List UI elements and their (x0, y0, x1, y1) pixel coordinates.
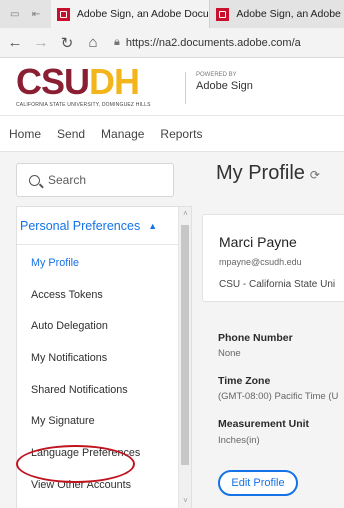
logo-text-left: CSU (16, 61, 90, 102)
tab-title: Adobe Sign, an Adobe Docu (76, 8, 209, 20)
browser-tab[interactable]: Adobe Sign, an Adobe (209, 0, 344, 28)
page-title: My Profile (216, 162, 305, 184)
forward-arrow-icon[interactable]: → (30, 34, 52, 51)
nav-home[interactable]: Home (9, 127, 41, 141)
sidebar-item-my-notifications[interactable]: My Notifications (31, 352, 107, 364)
powered-by: POWERED BY Adobe Sign (185, 72, 253, 104)
browser-tab-bar: ▭ ⇤ Adobe Sign, an Adobe Docu Adobe Sign… (0, 0, 344, 28)
home-icon[interactable]: ⌂ (82, 34, 104, 51)
tab-title: Adobe Sign, an Adobe (236, 8, 341, 20)
profile-card: Marci Payne mpayne@csudh.edu CSU - Calif… (202, 214, 344, 302)
url-field[interactable]: 🔒︎ https://na2.documents.adobe.com/a (114, 36, 301, 49)
nav-manage[interactable]: Manage (101, 127, 144, 141)
time-zone-label: Time Zone (218, 375, 271, 387)
search-placeholder: Search (48, 173, 87, 187)
section-label: Personal Preferences (20, 218, 141, 233)
nav-reports[interactable]: Reports (160, 127, 202, 141)
adobe-favicon-icon (216, 7, 230, 21)
phone-number-label: Phone Number (218, 332, 293, 344)
adobe-sign-brand: Adobe Sign (196, 80, 253, 92)
refresh-icon[interactable]: ⟳ (310, 168, 320, 182)
sidebar-scrollbar[interactable]: ˄ ˅ (178, 207, 191, 508)
scroll-down-icon[interactable]: ˅ (179, 496, 192, 505)
powered-by-label: POWERED BY (196, 72, 237, 78)
logo-subtitle: CALIFORNIA STATE UNIVERSITY, DOMINGUEZ H… (16, 102, 151, 108)
tab-back-icon[interactable]: ⇤ (29, 8, 42, 20)
address-bar: ← → ↻ ⌂ 🔒︎ https://na2.documents.adobe.c… (0, 28, 344, 58)
sidebar-item-my-profile[interactable]: My Profile (31, 257, 79, 269)
profile-name: Marci Payne (219, 234, 297, 250)
tab-actions-icon[interactable]: ▭ (8, 8, 21, 20)
scrollbar-thumb[interactable] (181, 225, 189, 465)
personal-preferences-header[interactable]: Personal Preferences ▲ (17, 207, 179, 245)
sidebar-item-shared-notifications[interactable]: Shared Notifications (31, 384, 128, 396)
profile-organization: CSU - California State Uni (219, 279, 336, 290)
search-icon (29, 174, 40, 186)
sidebar-item-auto-delegation[interactable]: Auto Delegation (31, 320, 108, 332)
time-zone-value: (GMT-08:00) Pacific Time (U (218, 391, 339, 402)
scroll-up-icon[interactable]: ˄ (179, 209, 192, 218)
chevron-up-icon: ▲ (148, 220, 158, 231)
refresh-icon[interactable]: ↻ (56, 34, 78, 52)
csudh-logo[interactable]: CSUDH CALIFORNIA STATE UNIVERSITY, DOMIN… (16, 61, 151, 109)
profile-pane: My Profile ⟳ Marci Payne mpayne@csudh.ed… (200, 152, 344, 508)
back-arrow-icon[interactable]: ← (4, 34, 26, 51)
lock-icon: 🔒︎ (114, 36, 120, 48)
search-input[interactable]: Search (16, 163, 174, 197)
logo-text-right: DH (89, 61, 140, 102)
sidebar-item-my-signature[interactable]: My Signature (31, 415, 95, 427)
edit-profile-button[interactable]: Edit Profile (218, 470, 298, 496)
my-signature-highlight-circle (16, 445, 135, 483)
nav-send[interactable]: Send (57, 127, 85, 141)
top-nav: Home Send Manage Reports (0, 116, 344, 152)
adobe-favicon-icon (56, 7, 70, 21)
measurement-unit-label: Measurement Unit (218, 418, 310, 430)
browser-tab-active[interactable]: Adobe Sign, an Adobe Docu (50, 0, 210, 28)
sidebar-item-access-tokens[interactable]: Access Tokens (31, 289, 103, 301)
profile-email: mpayne@csudh.edu (219, 257, 302, 267)
phone-number-value: None (218, 348, 241, 359)
measurement-unit-value: Inches(in) (218, 435, 260, 446)
site-header: CSUDH CALIFORNIA STATE UNIVERSITY, DOMIN… (0, 58, 344, 116)
url-text: https://na2.documents.adobe.com/a (125, 36, 301, 49)
